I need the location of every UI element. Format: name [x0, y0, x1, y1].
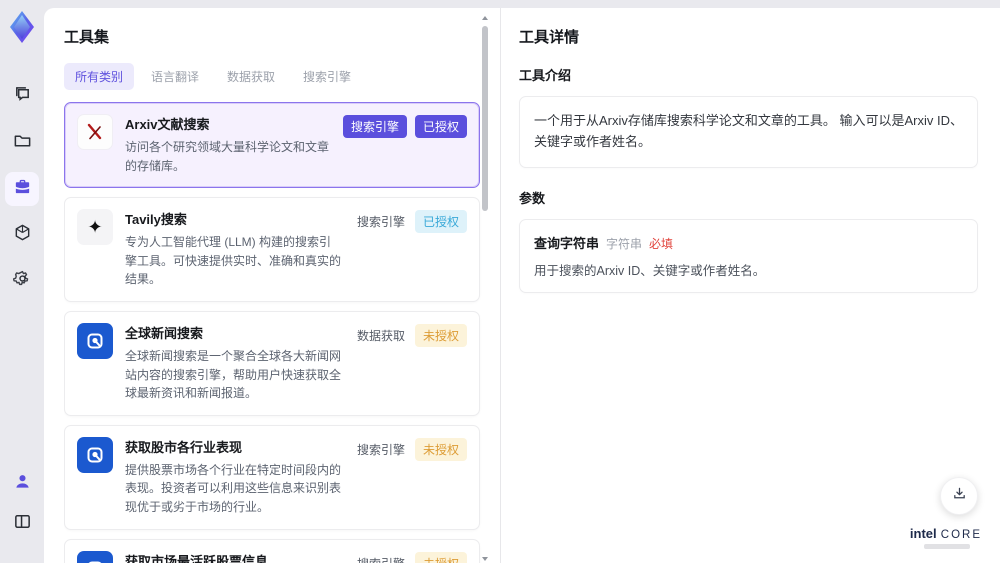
params-heading: 参数: [519, 190, 546, 206]
tool-title: Arxiv文献搜索: [125, 117, 210, 132]
arxiv-icon: [77, 114, 113, 150]
chat-icon: [13, 85, 32, 109]
parameter-item: 查询字符串 字符串 必填 用于搜索的Arxiv ID、关键字或作者姓名。: [519, 218, 978, 293]
sidebar-item-account[interactable]: [5, 467, 39, 501]
sidebar-item-packages[interactable]: [5, 218, 39, 252]
scrollbar-thumb[interactable]: [482, 26, 488, 211]
category-badge: 搜索引擎: [342, 115, 407, 138]
tool-card-sector-performance[interactable]: 获取股市各行业表现 提供股票市场各个行业在特定时间段内的表现。投资者可以利用这些…: [64, 424, 480, 530]
sidebar-item-settings[interactable]: [5, 264, 39, 298]
tool-description: 提供股票市场各个行业在特定时间段内的表现。投资者可以利用这些信息来识别表现优于或…: [125, 462, 342, 514]
tavily-star-icon: ✦: [77, 209, 113, 246]
category-label: 搜索引擎: [356, 215, 405, 230]
param-name: 查询字符串: [534, 235, 600, 251]
tab-data-fetch[interactable]: 数据获取: [216, 63, 286, 90]
app-logo-icon[interactable]: [7, 10, 37, 44]
scroll-up-arrow[interactable]: [482, 16, 488, 20]
download-icon: [951, 485, 968, 507]
sidebar-rail: [0, 0, 44, 563]
download-button[interactable]: [940, 477, 978, 515]
list-scrollbar[interactable]: [481, 16, 489, 563]
intro-heading: 工具介绍: [519, 68, 572, 83]
intel-logo-text: intel: [909, 525, 937, 541]
news-search-icon: [77, 436, 113, 473]
category-label: 数据获取: [356, 328, 405, 343]
auth-status-badge: 未授权: [414, 551, 467, 563]
scroll-down-arrow[interactable]: [482, 557, 488, 561]
auth-status-badge: 已授权: [414, 115, 467, 138]
tool-description: 访问各个研究领域大量科学论文和文章的存储库。: [125, 140, 330, 173]
tool-title: 获取市场最活跃股票信息: [125, 553, 269, 563]
briefcase-icon: [13, 177, 32, 201]
news-search-icon: [77, 550, 113, 563]
core-logo-text: CORE: [940, 528, 982, 541]
param-description: 用于搜索的Arxiv ID、关键字或作者姓名。: [534, 263, 766, 278]
tool-description: 专为人工智能代理 (LLM) 构建的搜索引擎工具。可快速提供实时、准确和真实的结…: [125, 235, 342, 287]
main-panel: 工具集 所有类别 语言翻译 数据获取 搜索引擎 Arxiv文献搜索 访问各个研究…: [44, 8, 1000, 563]
sidebar-item-chat[interactable]: [5, 80, 39, 114]
brand-sub-mark: [923, 544, 970, 549]
tab-language-translation[interactable]: 语言翻译: [140, 63, 210, 90]
sidebar-item-files[interactable]: [5, 126, 39, 160]
intro-text-box: 一个用于从Arxiv存储库搜索科学论文和文章的工具。 输入可以是Arxiv ID…: [519, 96, 978, 168]
tool-description: 全球新闻搜索是一个聚合全球各大新闻网站内容的搜索引擎，帮助用户快速获取全球最新资…: [125, 348, 342, 401]
detail-title: 工具详情: [519, 29, 580, 46]
tool-title: 全球新闻搜索: [125, 325, 204, 341]
tab-all-categories[interactable]: 所有类别: [64, 63, 135, 90]
tool-list-panel: 工具集 所有类别 语言翻译 数据获取 搜索引擎 Arxiv文献搜索 访问各个研究…: [44, 8, 500, 563]
auth-status-badge: 已授权: [414, 210, 467, 234]
tool-card-most-active-stocks[interactable]: 获取市场最活跃股票信息 提供当天交易量最高的股票列表。投资者可以利用这些信息来识…: [64, 538, 480, 563]
tool-title: Tavily搜索: [125, 212, 187, 228]
user-icon: [13, 472, 32, 496]
app-window: 工具集 所有类别 语言翻译 数据获取 搜索引擎 Arxiv文献搜索 访问各个研究…: [0, 0, 1000, 563]
param-type: 字符串: [606, 236, 643, 251]
tool-card-tavily[interactable]: ✦ Tavily搜索 专为人工智能代理 (LLM) 构建的搜索引擎工具。可快速提…: [64, 197, 480, 302]
sidebar-item-panel-toggle[interactable]: [5, 507, 39, 541]
folder-icon: [13, 131, 32, 155]
tool-detail-panel: 工具详情 工具介绍 一个用于从Arxiv存储库搜索科学论文和文章的工具。 输入可…: [501, 8, 1000, 563]
gear-icon: [12, 269, 32, 293]
category-label: 搜索引擎: [355, 552, 407, 563]
category-label: 搜索引擎: [356, 442, 405, 457]
panel-toggle-icon: [13, 512, 32, 536]
tool-card-list: Arxiv文献搜索 访问各个研究领域大量科学论文和文章的存储库。 搜索引擎 已授…: [64, 102, 494, 563]
page-title: 工具集: [64, 29, 110, 46]
tool-title: 获取股市各行业表现: [125, 439, 243, 455]
sidebar-item-tools[interactable]: [5, 172, 39, 206]
auth-status-badge: 未授权: [414, 437, 467, 461]
tab-search-engine[interactable]: 搜索引擎: [292, 63, 362, 90]
param-required-flag: 必填: [649, 236, 674, 251]
tool-card-global-news[interactable]: 全球新闻搜索 全球新闻搜索是一个聚合全球各大新闻网站内容的搜索引擎，帮助用户快速…: [64, 310, 480, 416]
tool-card-arxiv[interactable]: Arxiv文献搜索 访问各个研究领域大量科学论文和文章的存储库。 搜索引擎 已授…: [64, 102, 480, 189]
auth-status-badge: 未授权: [414, 323, 467, 347]
cube-icon: [13, 223, 32, 247]
category-tabs: 所有类别 语言翻译 数据获取 搜索引擎: [64, 63, 494, 90]
news-search-icon: [77, 322, 113, 359]
intel-core-logo: intel CORE: [909, 525, 982, 549]
